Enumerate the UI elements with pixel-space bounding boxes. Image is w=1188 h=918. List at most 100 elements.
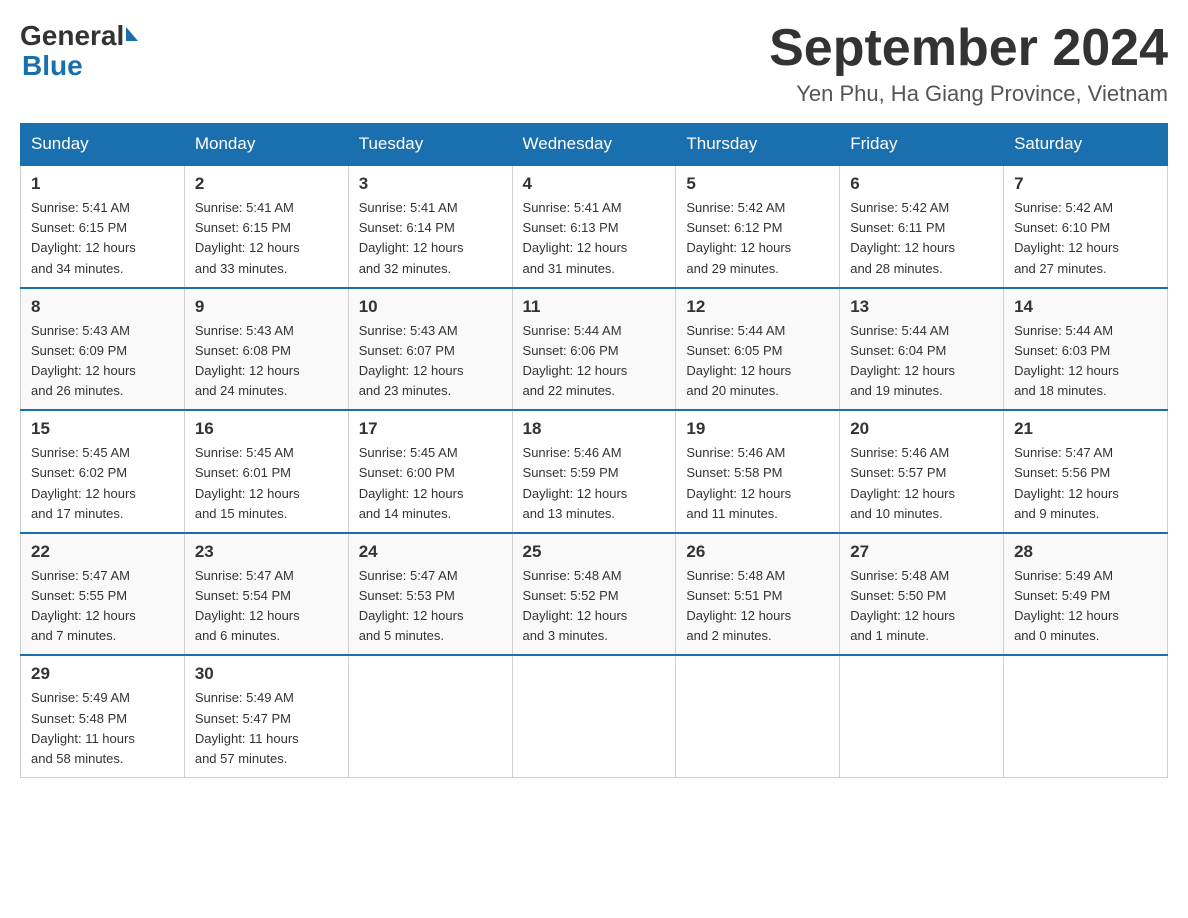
week-row-3: 15 Sunrise: 5:45 AMSunset: 6:02 PMDayligh… xyxy=(21,410,1168,533)
day-number: 24 xyxy=(359,542,502,562)
day-number: 18 xyxy=(523,419,666,439)
day-info: Sunrise: 5:49 AMSunset: 5:49 PMDaylight:… xyxy=(1014,566,1157,647)
day-number: 28 xyxy=(1014,542,1157,562)
day-info: Sunrise: 5:47 AMSunset: 5:56 PMDaylight:… xyxy=(1014,443,1157,524)
day-number: 15 xyxy=(31,419,174,439)
day-info: Sunrise: 5:43 AMSunset: 6:07 PMDaylight:… xyxy=(359,321,502,402)
day-number: 2 xyxy=(195,174,338,194)
table-cell: 26Sunrise: 5:48 AMSunset: 5:51 PMDayligh… xyxy=(676,533,840,656)
table-cell: 3Sunrise: 5:41 AMSunset: 6:14 PMDaylight… xyxy=(348,165,512,288)
day-number: 4 xyxy=(523,174,666,194)
table-cell: 7 Sunrise: 5:42 AMSunset: 6:10 PMDaylight… xyxy=(1004,165,1168,288)
day-info: Sunrise: 5:47 AMSunset: 5:54 PMDaylight:… xyxy=(195,566,338,647)
day-number: 25 xyxy=(523,542,666,562)
calendar-table: Sunday Monday Tuesday Wednesday Thursday… xyxy=(20,123,1168,778)
day-number: 14 xyxy=(1014,297,1157,317)
header-tuesday: Tuesday xyxy=(348,124,512,166)
day-info: Sunrise: 5:45 AMSunset: 6:00 PMDaylight:… xyxy=(359,443,502,524)
table-cell: 27Sunrise: 5:48 AMSunset: 5:50 PMDayligh… xyxy=(840,533,1004,656)
week-row-1: 1Sunrise: 5:41 AMSunset: 6:15 PMDaylight… xyxy=(21,165,1168,288)
table-cell: 4 Sunrise: 5:41 AMSunset: 6:13 PMDaylight… xyxy=(512,165,676,288)
day-number: 27 xyxy=(850,542,993,562)
day-number: 29 xyxy=(31,664,174,684)
day-info: Sunrise: 5:45 AMSunset: 6:02 PMDaylight:… xyxy=(31,443,174,524)
day-number: 6 xyxy=(850,174,993,194)
table-cell xyxy=(1004,655,1168,777)
day-info: Sunrise: 5:42 AMSunset: 6:12 PMDaylight:… xyxy=(686,198,829,279)
table-cell: 16Sunrise: 5:45 AMSunset: 6:01 PMDayligh… xyxy=(184,410,348,533)
day-number: 23 xyxy=(195,542,338,562)
week-row-4: 22Sunrise: 5:47 AMSunset: 5:55 PMDayligh… xyxy=(21,533,1168,656)
day-number: 19 xyxy=(686,419,829,439)
day-info: Sunrise: 5:48 AMSunset: 5:52 PMDaylight:… xyxy=(523,566,666,647)
day-number: 10 xyxy=(359,297,502,317)
table-cell: 29 Sunrise: 5:49 AMSunset: 5:48 PMDayligh… xyxy=(21,655,185,777)
day-number: 11 xyxy=(523,297,666,317)
table-cell: 5 Sunrise: 5:42 AMSunset: 6:12 PMDaylight… xyxy=(676,165,840,288)
day-info: Sunrise: 5:41 AMSunset: 6:13 PMDaylight:… xyxy=(523,198,666,279)
table-cell: 19 Sunrise: 5:46 AMSunset: 5:58 PMDayligh… xyxy=(676,410,840,533)
table-cell: 17 Sunrise: 5:45 AMSunset: 6:00 PMDayligh… xyxy=(348,410,512,533)
table-cell: 9 Sunrise: 5:43 AMSunset: 6:08 PMDaylight… xyxy=(184,288,348,411)
header-thursday: Thursday xyxy=(676,124,840,166)
week-row-2: 8 Sunrise: 5:43 AMSunset: 6:09 PMDaylight… xyxy=(21,288,1168,411)
day-info: Sunrise: 5:44 AMSunset: 6:03 PMDaylight:… xyxy=(1014,321,1157,402)
table-cell: 14 Sunrise: 5:44 AMSunset: 6:03 PMDayligh… xyxy=(1004,288,1168,411)
table-cell xyxy=(676,655,840,777)
day-number: 7 xyxy=(1014,174,1157,194)
day-info: Sunrise: 5:41 AMSunset: 6:15 PMDaylight:… xyxy=(31,198,174,279)
day-info: Sunrise: 5:49 AMSunset: 5:47 PMDaylight:… xyxy=(195,688,338,769)
table-cell xyxy=(840,655,1004,777)
day-number: 12 xyxy=(686,297,829,317)
day-info: Sunrise: 5:42 AMSunset: 6:10 PMDaylight:… xyxy=(1014,198,1157,279)
day-info: Sunrise: 5:46 AMSunset: 5:58 PMDaylight:… xyxy=(686,443,829,524)
table-cell: 11Sunrise: 5:44 AMSunset: 6:06 PMDayligh… xyxy=(512,288,676,411)
header-wednesday: Wednesday xyxy=(512,124,676,166)
table-cell: 30 Sunrise: 5:49 AMSunset: 5:47 PMDayligh… xyxy=(184,655,348,777)
day-number: 13 xyxy=(850,297,993,317)
page-header: General Blue September 2024 Yen Phu, Ha … xyxy=(20,20,1168,107)
calendar-title: September 2024 xyxy=(769,20,1168,77)
table-cell: 23 Sunrise: 5:47 AMSunset: 5:54 PMDayligh… xyxy=(184,533,348,656)
day-info: Sunrise: 5:46 AMSunset: 5:59 PMDaylight:… xyxy=(523,443,666,524)
table-cell xyxy=(512,655,676,777)
calendar-subtitle: Yen Phu, Ha Giang Province, Vietnam xyxy=(769,81,1168,107)
weekday-header-row: Sunday Monday Tuesday Wednesday Thursday… xyxy=(21,124,1168,166)
logo-text: General xyxy=(20,20,138,52)
logo-general: General xyxy=(20,20,124,52)
header-monday: Monday xyxy=(184,124,348,166)
table-cell: 28 Sunrise: 5:49 AMSunset: 5:49 PMDayligh… xyxy=(1004,533,1168,656)
table-cell: 21Sunrise: 5:47 AMSunset: 5:56 PMDayligh… xyxy=(1004,410,1168,533)
table-cell: 8 Sunrise: 5:43 AMSunset: 6:09 PMDaylight… xyxy=(21,288,185,411)
day-info: Sunrise: 5:44 AMSunset: 6:05 PMDaylight:… xyxy=(686,321,829,402)
table-cell: 25 Sunrise: 5:48 AMSunset: 5:52 PMDayligh… xyxy=(512,533,676,656)
logo: General Blue xyxy=(20,20,138,82)
table-cell: 18 Sunrise: 5:46 AMSunset: 5:59 PMDayligh… xyxy=(512,410,676,533)
table-cell: 13 Sunrise: 5:44 AMSunset: 6:04 PMDayligh… xyxy=(840,288,1004,411)
day-number: 30 xyxy=(195,664,338,684)
day-info: Sunrise: 5:41 AMSunset: 6:15 PMDaylight:… xyxy=(195,198,338,279)
table-cell: 12 Sunrise: 5:44 AMSunset: 6:05 PMDayligh… xyxy=(676,288,840,411)
day-number: 5 xyxy=(686,174,829,194)
day-number: 17 xyxy=(359,419,502,439)
table-cell: 1Sunrise: 5:41 AMSunset: 6:15 PMDaylight… xyxy=(21,165,185,288)
day-info: Sunrise: 5:47 AMSunset: 5:53 PMDaylight:… xyxy=(359,566,502,647)
logo-blue: Blue xyxy=(22,50,83,82)
day-number: 9 xyxy=(195,297,338,317)
header-friday: Friday xyxy=(840,124,1004,166)
day-info: Sunrise: 5:44 AMSunset: 6:04 PMDaylight:… xyxy=(850,321,993,402)
title-section: September 2024 Yen Phu, Ha Giang Provinc… xyxy=(769,20,1168,107)
day-info: Sunrise: 5:45 AMSunset: 6:01 PMDaylight:… xyxy=(195,443,338,524)
table-cell xyxy=(348,655,512,777)
day-info: Sunrise: 5:49 AMSunset: 5:48 PMDaylight:… xyxy=(31,688,174,769)
table-cell: 10 Sunrise: 5:43 AMSunset: 6:07 PMDayligh… xyxy=(348,288,512,411)
table-cell: 2 Sunrise: 5:41 AMSunset: 6:15 PMDaylight… xyxy=(184,165,348,288)
day-number: 26 xyxy=(686,542,829,562)
day-info: Sunrise: 5:43 AMSunset: 6:08 PMDaylight:… xyxy=(195,321,338,402)
day-info: Sunrise: 5:42 AMSunset: 6:11 PMDaylight:… xyxy=(850,198,993,279)
logo-triangle-icon xyxy=(126,27,138,41)
day-info: Sunrise: 5:43 AMSunset: 6:09 PMDaylight:… xyxy=(31,321,174,402)
day-number: 8 xyxy=(31,297,174,317)
day-number: 20 xyxy=(850,419,993,439)
day-info: Sunrise: 5:41 AMSunset: 6:14 PMDaylight:… xyxy=(359,198,502,279)
